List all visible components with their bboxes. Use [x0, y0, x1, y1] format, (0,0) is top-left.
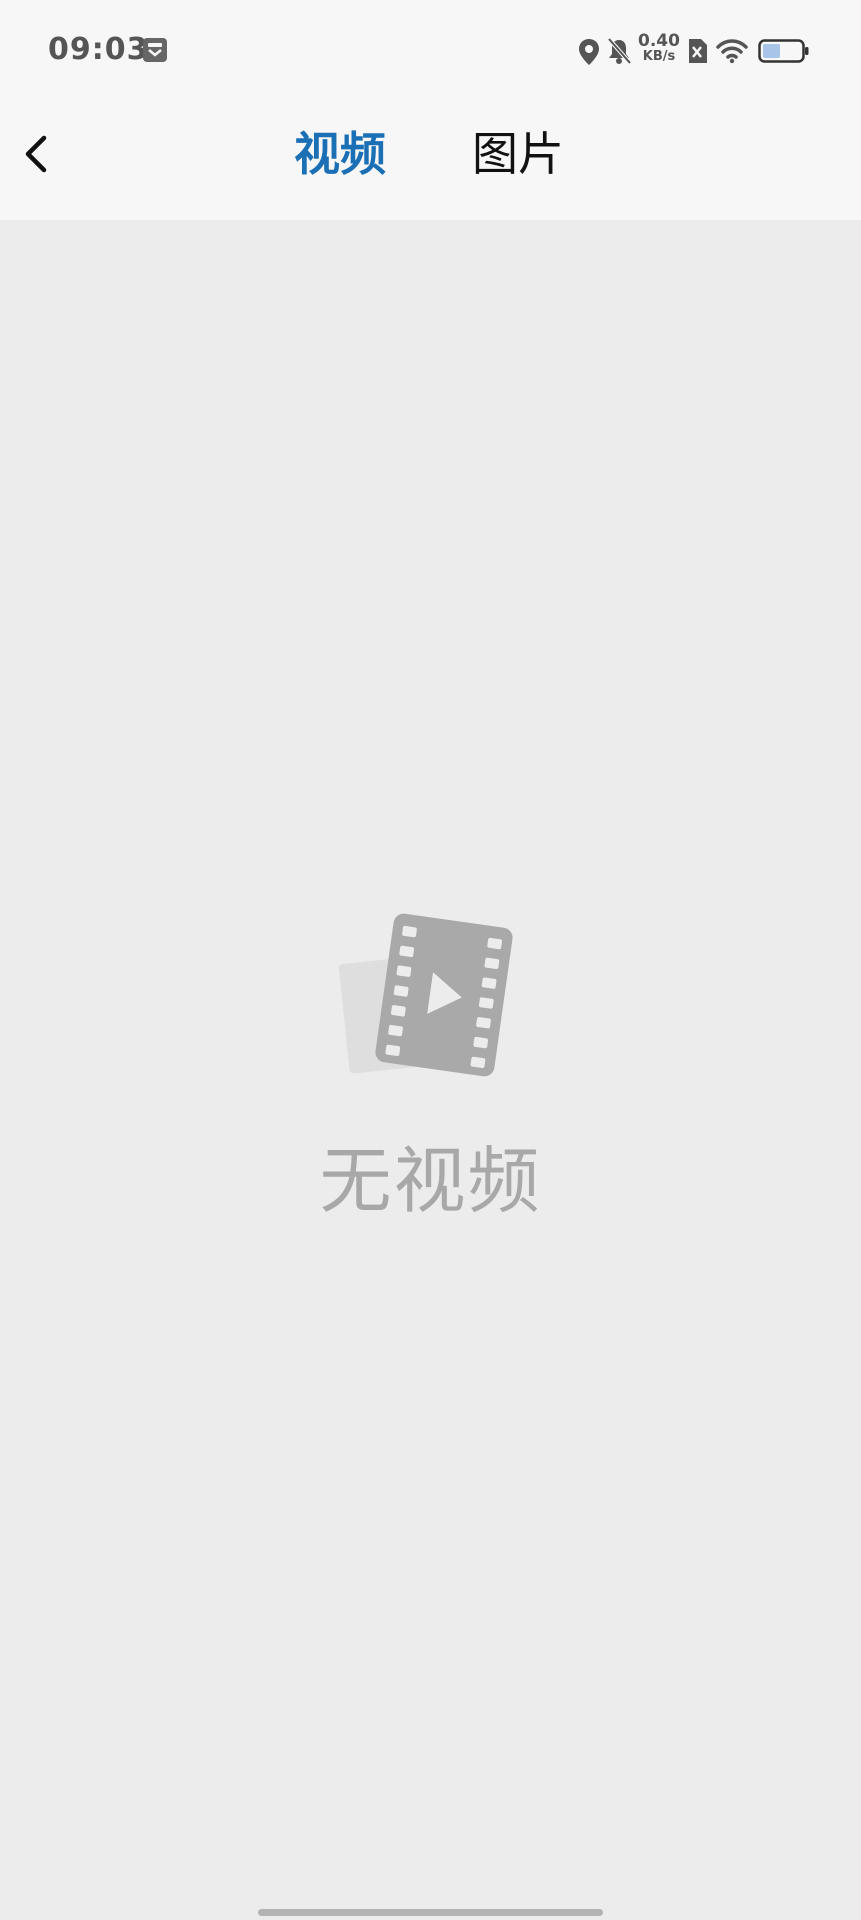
chevron-left-icon [25, 135, 47, 173]
location-icon [579, 39, 599, 65]
network-speed-unit: KB/s [642, 49, 676, 64]
bell-muted-icon [607, 37, 632, 65]
nav-bar: 视频 图片 [0, 100, 861, 220]
screen: 09:03 0.40 KB/s 视频 图片 无视频 [0, 0, 861, 1920]
status-time: 09:03 [48, 32, 149, 67]
network-speed: 0.40 KB/s [636, 32, 682, 64]
empty-message: 无视频 [319, 1139, 542, 1223]
status-bar: 09:03 0.40 KB/s [0, 0, 861, 100]
app-notification-icon [143, 38, 167, 62]
network-speed-value: 0.40 [638, 31, 680, 51]
home-indicator[interactable] [258, 1909, 603, 1916]
sim-disabled-icon [689, 39, 707, 63]
empty-state: 无视频 [0, 900, 861, 1230]
tab-video[interactable]: 视频 [294, 124, 386, 184]
battery-level-fill [763, 44, 780, 58]
top-bar: 09:03 0.40 KB/s 视频 图片 [0, 0, 861, 220]
video-film-icon [338, 913, 513, 1077]
battery-icon [758, 39, 809, 63]
wifi-icon [716, 39, 748, 64]
tab-image[interactable]: 图片 [472, 124, 564, 184]
back-button[interactable] [10, 126, 66, 182]
